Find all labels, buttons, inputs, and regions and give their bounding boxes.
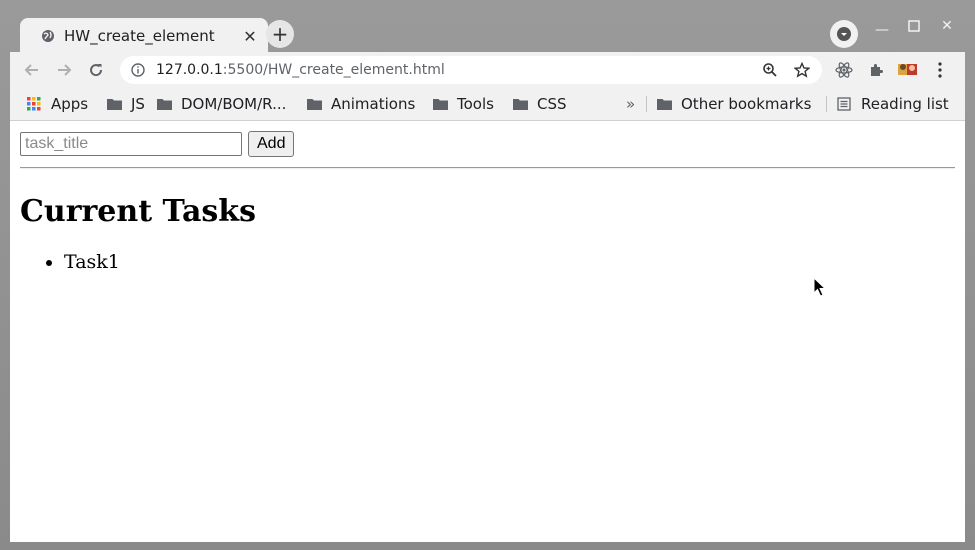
url-host: 127.0.0.1 [156,62,223,78]
browser-tab[interactable]: HW_create_element ✕ [20,18,268,54]
tab-search-icon[interactable] [830,20,858,48]
bookmark-label: DOM/BOM/R... [181,95,287,113]
bookmark-folder-tools[interactable]: Tools [432,94,494,114]
other-bookmarks[interactable]: Other bookmarks [656,94,811,114]
task-form: Add [20,131,955,157]
reading-list[interactable]: Reading list [836,94,949,114]
bookmark-label: Tools [457,95,494,113]
reload-icon[interactable] [82,56,110,84]
mouse-cursor-icon [813,276,827,301]
task-list: Task1 [20,249,955,275]
close-window-icon[interactable]: ✕ [935,16,959,36]
bookmark-apps[interactable]: Apps [26,94,88,114]
close-tab-icon[interactable]: ✕ [240,26,260,46]
site-info-icon[interactable] [130,62,146,78]
maximize-icon[interactable] [902,16,926,36]
bookmark-label: Apps [51,95,89,113]
page-viewport: Add Current Tasks Task1 [10,121,965,542]
bookmark-folder-css[interactable]: CSS [512,94,567,114]
task-title-input[interactable] [20,132,242,156]
reading-list-label: Reading list [861,95,949,113]
browser-toolbar: 127.0.0.1:5500/HW_create_element.html [10,52,965,88]
bookmark-label: CSS [537,95,567,113]
new-tab-icon[interactable]: + [266,20,294,48]
bookmarks-overflow-chevron[interactable]: » [626,94,635,114]
bookmarks-divider [826,96,827,112]
back-icon[interactable] [18,56,46,84]
folder-icon [106,97,122,111]
zoom-icon[interactable] [758,58,782,82]
react-devtools-icon[interactable] [830,56,858,84]
menu-kebab-icon[interactable] [926,56,954,84]
url-path: :5500/HW_create_element.html [222,62,445,78]
extensions-puzzle-icon[interactable] [862,56,890,84]
globe-icon [40,28,56,44]
other-bookmarks-label: Other bookmarks [681,95,812,113]
bookmark-label: Animations [331,95,416,113]
forward-icon[interactable] [50,56,78,84]
address-bar[interactable]: 127.0.0.1:5500/HW_create_element.html [120,56,822,84]
bookmark-folder-animations[interactable]: Animations [306,94,415,114]
bookmark-folder-js[interactable]: JS [106,94,145,114]
reading-list-icon [836,97,852,111]
apps-grid-icon [26,97,42,111]
url-text[interactable]: 127.0.0.1:5500/HW_create_element.html [156,62,758,78]
bookmark-label: JS [131,95,145,113]
bookmark-star-icon[interactable] [790,58,814,82]
folder-icon [432,97,448,111]
bookmarks-bar: Apps JS DOM/BOM/R... Animations Tools CS… [10,88,965,121]
bookmark-folder-dom[interactable]: DOM/BOM/R... [156,94,286,114]
minimize-icon[interactable]: — [870,20,894,40]
profile-avatar-icon[interactable] [894,56,922,84]
add-task-button[interactable]: Add [248,131,295,157]
bookmarks-divider [646,96,647,112]
window-bottom-border [0,542,975,550]
browser-window: HW_create_element ✕ + — ✕ 127.0.0.1:5500… [0,0,975,550]
page-heading: Current Tasks [20,194,256,229]
folder-icon [156,97,172,111]
task-list-item: Task1 [64,249,955,275]
folder-icon [306,97,322,111]
folder-icon [512,97,528,111]
divider [20,167,955,169]
page-content: Add Current Tasks Task1 [20,131,955,275]
title-bar: HW_create_element ✕ + — ✕ [10,10,965,54]
folder-icon [656,97,672,111]
tab-title: HW_create_element [64,27,215,45]
